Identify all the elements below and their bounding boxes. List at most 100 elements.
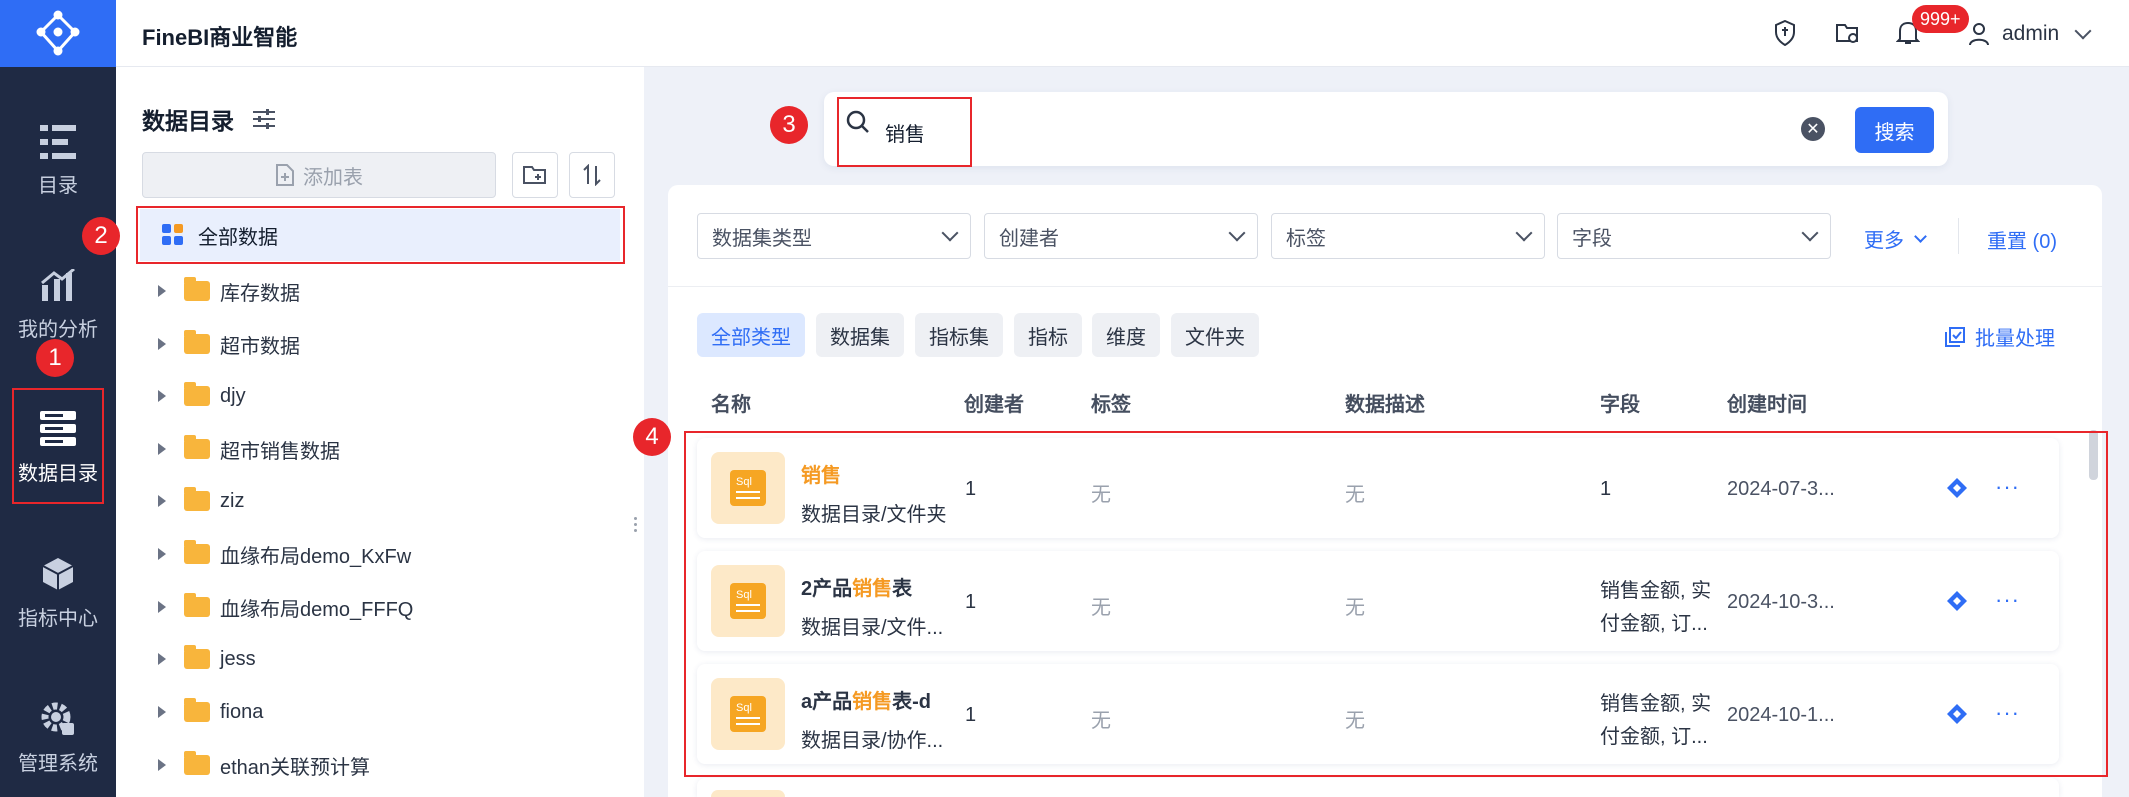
folder-icon [184,751,210,775]
tree-folder-label: jess [220,647,256,670]
annotation-badge-1: 1 [36,339,74,377]
tree-folder-item[interactable]: 库存数据 [158,265,300,317]
tree-folder-item[interactable]: djy [158,370,246,422]
tree-folder-item[interactable]: 血缘布局demo_FFFQ [158,581,413,633]
annotation-box-1 [12,388,104,504]
expand-arrow-icon[interactable] [158,285,166,297]
user-menu[interactable]: admin [1968,20,2092,48]
tree-folder-item[interactable]: ziz [158,475,244,527]
nav-item-catalog[interactable]: 目录 [0,106,116,216]
top-bar [116,0,2129,67]
chevron-down-icon [1515,224,1533,242]
reset-filters-button[interactable]: 重置 (0) [1987,225,2057,254]
type-chip-dimension[interactable]: 维度 [1092,313,1160,357]
catalog-header: 数据目录 [142,102,276,136]
annotation-badge-3: 3 [770,106,808,144]
folder-icon [184,593,210,617]
folder-icon [184,277,210,301]
expand-arrow-icon[interactable] [158,548,166,560]
annotation-box-2 [136,206,625,264]
app-logo[interactable] [0,0,116,67]
column-header-field: 字段 [1600,394,1640,416]
tree-folder-label: 血缘布局demo_KxFw [220,545,412,568]
expand-arrow-icon[interactable] [158,759,166,771]
expand-arrow-icon[interactable] [158,443,166,455]
tree-folder-item[interactable]: 超市销售数据 [158,423,340,475]
tree-folder-label: 血缘布局demo_FFFQ [220,598,414,621]
nav-item-admin-system[interactable]: 管理系统 [0,683,116,793]
sort-button[interactable] [569,152,615,198]
expand-arrow-icon[interactable] [158,338,166,350]
tag-select[interactable]: 标签 [1271,213,1545,259]
tree-folder-label: fiona [220,700,264,723]
column-header-description: 数据描述 [1345,394,1425,416]
divider [668,286,2102,287]
notification-badge: 999+ [1912,5,1969,33]
nav-label: 目录 [38,174,78,197]
type-chip-all[interactable]: 全部类型 [697,313,805,357]
tree-folder-item[interactable]: 超市数据 [158,318,300,370]
tree-folder-item[interactable]: fiona [158,686,263,738]
more-filters-button[interactable]: 更多 [1864,224,1927,253]
logo-icon [36,10,80,55]
batch-process-button[interactable]: 批量处理 [1945,322,2055,351]
tree-folder-item[interactable]: ethan关联预计算 [158,739,370,791]
folder-icon [184,540,210,564]
new-folder-button[interactable] [512,152,558,198]
cube-icon [42,557,74,590]
sql-dataset-icon [711,790,785,797]
shield-icon[interactable] [1774,19,1796,51]
chevron-down-icon [941,224,959,242]
tree-folder-item[interactable]: jess [158,633,256,685]
more-label: 更多 [1864,230,1904,252]
creator-select[interactable]: 创建者 [984,213,1258,259]
type-chip-metric-set[interactable]: 指标集 [915,313,1003,357]
type-chip-dataset[interactable]: 数据集 [816,313,904,357]
expand-arrow-icon[interactable] [158,601,166,613]
user-icon [1969,23,1989,46]
expand-arrow-icon[interactable] [158,495,166,507]
column-header-name: 名称 [711,394,751,416]
app-title: FineBI商业智能 [142,25,298,50]
tree-folder-label: ziz [220,489,245,512]
expand-arrow-icon[interactable] [158,390,166,402]
user-name: admin [2002,22,2060,45]
panel-resize-handle[interactable] [634,517,638,533]
folder-icon [184,645,210,669]
select-value: 字段 [1572,227,1612,250]
list-icon [40,124,76,159]
batch-icon [1945,326,1965,347]
dataset-type-select[interactable]: 数据集类型 [697,213,971,259]
field-select[interactable]: 字段 [1557,213,1831,259]
type-chip-metric[interactable]: 指标 [1014,313,1082,357]
divider [1958,218,1959,254]
batch-label: 批量处理 [1975,328,2055,350]
nav-label: 管理系统 [18,752,98,775]
folder-settings-icon[interactable] [1835,21,1861,50]
nav-item-metric-center[interactable]: 指标中心 [0,538,116,648]
annotation-box-4 [684,431,2108,777]
tree-folder-item[interactable]: 血缘布局demo_KxFw [158,528,411,580]
catalog-title: 数据目录 [142,108,234,134]
gear-icon [41,702,74,735]
annotation-box-3 [837,97,972,167]
folder-icon [184,698,210,722]
tree-folder-label: 库存数据 [220,282,300,305]
nav-label: 我的分析 [18,318,98,341]
column-header-creator: 创建者 [964,394,1024,416]
chevron-down-icon [2074,22,2092,40]
folder-icon [184,382,210,406]
select-value: 标签 [1286,227,1326,250]
type-chip-folder[interactable]: 文件夹 [1171,313,1259,357]
add-table-label: 添加表 [303,166,363,189]
clear-search-icon[interactable]: ✕ [1801,117,1825,141]
tree-folder-label: 超市数据 [220,335,300,358]
search-button[interactable]: 搜索 [1855,107,1934,153]
expand-arrow-icon[interactable] [158,706,166,718]
tree-folder-label: 超市销售数据 [220,440,340,463]
folder-add-icon [523,166,546,184]
filter-settings-icon[interactable] [252,108,276,130]
expand-arrow-icon[interactable] [158,653,166,665]
add-table-button[interactable]: 添加表 [142,152,496,198]
table-row[interactable] [697,778,2059,797]
